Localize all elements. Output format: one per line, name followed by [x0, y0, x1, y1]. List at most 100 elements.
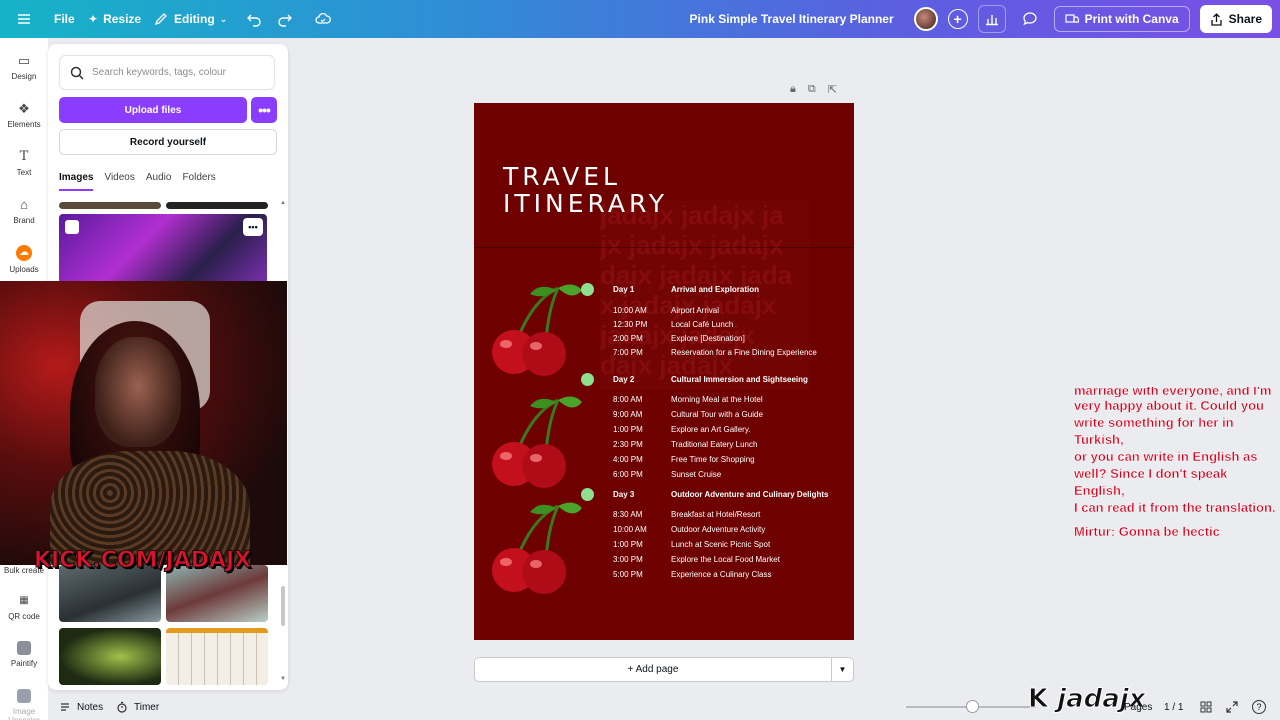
- select-checkbox[interactable]: [65, 220, 79, 234]
- itinerary-time[interactable]: 1:00 PM: [613, 425, 643, 434]
- upload-thumbnail-selected[interactable]: •••: [59, 214, 267, 284]
- upload-thumbnail[interactable]: [166, 202, 268, 209]
- itinerary-activity[interactable]: Explore the Local Food Market: [671, 555, 780, 564]
- itinerary-activity[interactable]: Breakfast at Hotel/Resort: [671, 510, 760, 519]
- collaborator-avatar[interactable]: [913, 7, 938, 31]
- insights-button[interactable]: [977, 5, 1006, 33]
- add-page-options-button[interactable]: ▼: [832, 657, 854, 682]
- itinerary-time[interactable]: 8:30 AM: [613, 510, 642, 519]
- itinerary-time[interactable]: 6:00 PM: [613, 470, 643, 479]
- upload-thumbnail[interactable]: [59, 202, 161, 209]
- upload-thumbnail[interactable]: [59, 565, 161, 622]
- share-button[interactable]: Share: [1199, 5, 1272, 33]
- itinerary-time[interactable]: 2:00 PM: [613, 334, 643, 343]
- itinerary-activity[interactable]: Airport Arrival: [671, 306, 719, 315]
- grid-view-button[interactable]: [1200, 701, 1212, 713]
- itinerary-time[interactable]: 8:00 AM: [613, 395, 642, 404]
- timer-button[interactable]: Timer: [116, 701, 159, 713]
- fullscreen-button[interactable]: [1226, 701, 1238, 713]
- chat-line: write something for her in Turkish,: [1074, 415, 1234, 447]
- resize-button[interactable]: ✦ Resize: [88, 0, 141, 38]
- day-label[interactable]: Day 1: [613, 285, 634, 294]
- itinerary-time[interactable]: 2:30 PM: [613, 440, 643, 449]
- cherry-graphic[interactable]: [488, 280, 583, 378]
- zoom-slider-knob[interactable]: [966, 700, 979, 713]
- tab-folders[interactable]: Folders: [182, 172, 215, 191]
- itinerary-activity[interactable]: Sunset Cruise: [671, 470, 721, 479]
- itinerary-activity[interactable]: Lunch at Scenic Picnic Spot: [671, 540, 770, 549]
- itinerary-activity[interactable]: Traditional Eatery Lunch: [671, 440, 757, 449]
- upload-thumbnail[interactable]: [59, 628, 161, 685]
- document-title[interactable]: Pink Simple Travel Itinerary Planner: [690, 12, 894, 26]
- rail-item-design[interactable]: ▭ Design: [0, 54, 48, 82]
- itinerary-time[interactable]: 10:00 AM: [613, 525, 647, 534]
- itinerary-activity[interactable]: Local Café Lunch: [671, 320, 733, 329]
- upload-more-options-button[interactable]: •••: [251, 97, 277, 123]
- editing-dropdown[interactable]: Editing ⌄: [153, 0, 227, 38]
- help-button[interactable]: ?: [1252, 700, 1266, 714]
- scrollbar-thumb[interactable]: [281, 586, 285, 626]
- notes-button[interactable]: Notes: [59, 701, 103, 713]
- duplicate-icon[interactable]: ⧉: [808, 83, 816, 96]
- tab-audio[interactable]: Audio: [146, 172, 172, 191]
- pages-button[interactable]: Pages: [1124, 702, 1152, 713]
- tab-videos[interactable]: Videos: [104, 172, 134, 191]
- tab-images[interactable]: Images: [59, 172, 94, 191]
- cherry-graphic[interactable]: [488, 498, 583, 596]
- cloud-save-button[interactable]: [315, 0, 331, 38]
- chat-line: well? Since I don't speak English,: [1074, 466, 1228, 498]
- rail-item-uploads[interactable]: ☁ Uploads: [0, 245, 48, 274]
- itinerary-activity[interactable]: Explore an Art Gallery.: [671, 425, 750, 434]
- rail-item-image-upscaler[interactable]: Image Upscaler: [0, 689, 48, 720]
- day-theme[interactable]: Cultural Immersion and Sightseeing: [671, 375, 808, 384]
- rail-item-elements[interactable]: ❖ Elements: [0, 102, 48, 130]
- day-theme[interactable]: Arrival and Exploration: [671, 285, 759, 294]
- rail-item-brand[interactable]: ⌂ Brand: [0, 197, 48, 226]
- add-page-icon[interactable]: ⇱: [828, 83, 837, 96]
- itinerary-time[interactable]: 12:30 PM: [613, 320, 647, 329]
- day-label[interactable]: Day 2: [613, 375, 634, 384]
- menu-button[interactable]: [16, 0, 32, 38]
- day-label[interactable]: Day 3: [613, 490, 634, 499]
- itinerary-time[interactable]: 1:00 PM: [613, 540, 643, 549]
- upload-thumbnail[interactable]: [166, 628, 268, 685]
- upload-files-button[interactable]: Upload files: [59, 97, 247, 123]
- search-box[interactable]: [59, 55, 275, 90]
- itinerary-design-page[interactable]: jadajx jadajx ja jx jadajx jadajx dajx j…: [474, 103, 854, 640]
- day-theme[interactable]: Outdoor Adventure and Culinary Delights: [671, 490, 829, 499]
- qr-code-icon: ▦: [19, 595, 29, 606]
- itinerary-time[interactable]: 10:00 AM: [613, 306, 647, 315]
- itinerary-time[interactable]: 5:00 PM: [613, 570, 643, 579]
- record-yourself-button[interactable]: Record yourself: [59, 129, 277, 155]
- itinerary-activity[interactable]: Free Time for Shopping: [671, 455, 755, 464]
- itinerary-time[interactable]: 7:00 PM: [613, 348, 643, 357]
- itinerary-time[interactable]: 9:00 AM: [613, 410, 642, 419]
- itinerary-activity[interactable]: Outdoor Adventure Activity: [671, 525, 765, 534]
- itinerary-activity[interactable]: Cultural Tour with a Guide: [671, 410, 763, 419]
- itinerary-activity[interactable]: Explore [Destination]: [671, 334, 745, 343]
- itinerary-activity[interactable]: Experience a Culinary Class: [671, 570, 772, 579]
- itinerary-activity[interactable]: Morning Meal at the Hotel: [671, 395, 763, 404]
- print-with-canva-button[interactable]: Print with Canva: [1053, 6, 1190, 32]
- search-input[interactable]: [92, 67, 262, 78]
- rail-label-elements: Elements: [7, 120, 41, 129]
- itinerary-activity[interactable]: Reservation for a Fine Dining Experience: [671, 348, 817, 357]
- redo-button[interactable]: [277, 0, 293, 38]
- add-page-button[interactable]: + Add page: [474, 657, 832, 682]
- cherry-graphic[interactable]: [488, 392, 583, 490]
- itinerary-time[interactable]: 4:00 PM: [613, 455, 643, 464]
- comments-button[interactable]: [1016, 5, 1044, 33]
- rail-item-text[interactable]: T Text: [0, 150, 48, 178]
- share-label: Share: [1228, 12, 1262, 26]
- thumbnail-more-button[interactable]: •••: [243, 218, 263, 236]
- design-title[interactable]: TRAVEL ITINERARY: [503, 163, 668, 217]
- rail-item-paintify[interactable]: Paintify: [0, 641, 48, 668]
- rail-item-qr-code[interactable]: ▦ QR code: [0, 594, 48, 621]
- lock-icon[interactable]: 🔒︎: [790, 83, 796, 96]
- itinerary-time[interactable]: 3:00 PM: [613, 555, 643, 564]
- upload-thumbnail[interactable]: [166, 565, 268, 622]
- brand-icon: ⌂: [20, 197, 28, 212]
- file-menu[interactable]: File: [54, 0, 75, 38]
- undo-button[interactable]: [246, 0, 262, 38]
- add-collaborator-button[interactable]: +: [947, 9, 968, 29]
